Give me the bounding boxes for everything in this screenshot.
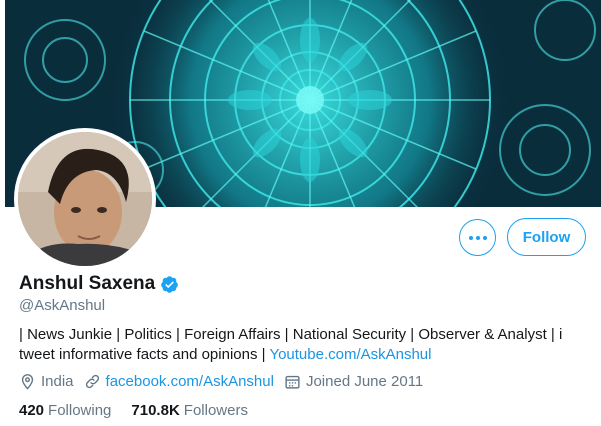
following-label: Following bbox=[48, 402, 112, 419]
follow-button[interactable]: Follow bbox=[507, 218, 586, 256]
followers-label: Followers bbox=[183, 402, 248, 419]
followers-count: 710.8K bbox=[131, 402, 180, 419]
bio-youtube-link[interactable]: Youtube.com/AskAnshul bbox=[269, 346, 431, 363]
more-dots-icon bbox=[468, 235, 487, 240]
joined-item: Joined June 2011 bbox=[284, 373, 423, 390]
profile-name-row: Anshul Saxena bbox=[19, 273, 179, 295]
avatar[interactable] bbox=[14, 128, 156, 270]
verified-badge-icon[interactable] bbox=[160, 275, 179, 294]
following-stat[interactable]: 420 Following bbox=[19, 402, 111, 419]
following-count: 420 bbox=[19, 402, 45, 419]
website-link[interactable]: facebook.com/AskAnshul bbox=[106, 373, 274, 390]
avatar-photo bbox=[18, 132, 152, 266]
profile-meta: India facebook.com/AskAnshul Joined June… bbox=[19, 373, 433, 390]
website-item: facebook.com/AskAnshul bbox=[84, 373, 274, 390]
profile-handle: @AskAnshul bbox=[19, 297, 106, 314]
calendar-icon bbox=[285, 375, 300, 389]
location-item: India bbox=[19, 373, 74, 390]
link-icon bbox=[85, 374, 99, 389]
followers-stat[interactable]: 710.8K Followers bbox=[131, 402, 248, 419]
profile-bio: | News Junkie | Politics | Foreign Affai… bbox=[19, 325, 579, 365]
location-pin-icon bbox=[21, 374, 34, 390]
profile-stats: 420 Following 710.8K Followers bbox=[19, 402, 268, 419]
more-options-button[interactable] bbox=[459, 219, 496, 256]
display-name: Anshul Saxena bbox=[19, 273, 156, 294]
location-text: India bbox=[41, 373, 74, 390]
joined-text: Joined June 2011 bbox=[305, 373, 424, 390]
